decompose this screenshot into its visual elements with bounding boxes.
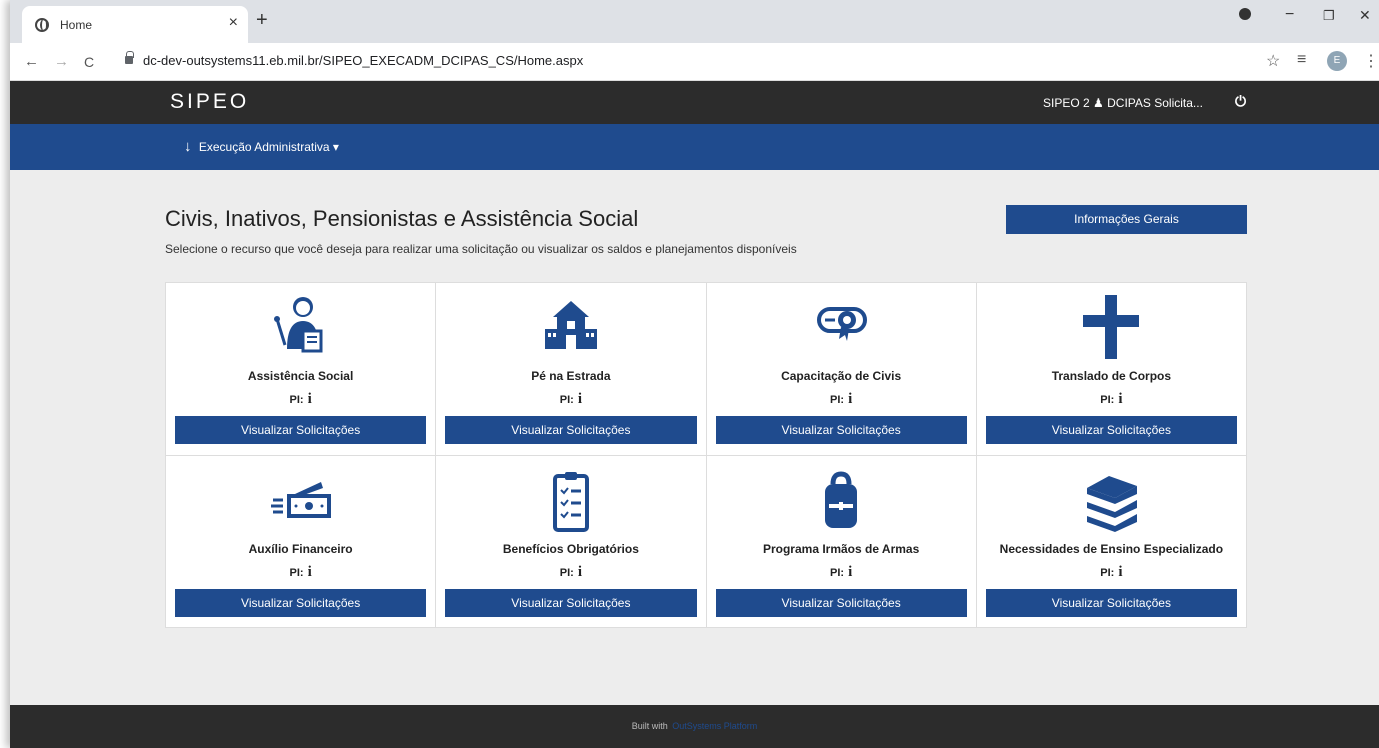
pi-text: PI:	[830, 394, 845, 406]
pi-label: PI: i	[436, 391, 705, 408]
page-subtitle: Selecione o recurso que você deseja para…	[165, 242, 797, 256]
info-icon[interactable]: i	[308, 564, 312, 580]
app-logo[interactable]: SIPEO	[170, 90, 249, 114]
resource-card: Necessidades de Ensino Especializado PI:…	[976, 455, 1246, 627]
resource-card: Auxílio Financeiro PI: i Visualizar Solic…	[166, 455, 436, 627]
pi-label: PI: i	[977, 391, 1246, 408]
view-requests-button[interactable]: Visualizar Solicitações	[715, 588, 967, 617]
footer-platform-link[interactable]: OutSystems Platform	[672, 721, 757, 731]
resource-card: Capacitação de Civis PI: i Visualizar Sol…	[706, 283, 976, 455]
globe-icon	[35, 18, 49, 32]
books-icon	[1087, 475, 1138, 532]
forward-button[interactable]: →	[54, 53, 69, 70]
view-requests-button[interactable]: Visualizar Solicitações	[175, 588, 427, 617]
view-requests-button[interactable]: Visualizar Solicitações	[175, 416, 427, 444]
card-title: Benefícios Obrigatórios	[502, 541, 639, 556]
close-window-button[interactable]: ✕	[1359, 7, 1371, 24]
info-icon[interactable]: i	[578, 391, 582, 407]
money-icon	[270, 481, 331, 518]
pi-text: PI:	[830, 566, 845, 579]
view-requests-button[interactable]: Visualizar Solicitações	[445, 588, 697, 617]
app-header: SIPEO SIPEO 2 ♟ DCIPAS Solicita... ⏻	[10, 81, 1379, 124]
reload-button[interactable]: C	[84, 54, 94, 70]
bookmark-star-icon[interactable]: ☆	[1266, 51, 1280, 71]
back-button[interactable]: ←	[24, 53, 39, 70]
general-info-button[interactable]: Informações Gerais	[1006, 205, 1247, 234]
school-icon	[544, 301, 597, 349]
card-title: Capacitação de Civis	[781, 369, 902, 383]
pi-label: PI: i	[977, 564, 1246, 581]
info-icon[interactable]: i	[848, 391, 852, 407]
pi-text: PI:	[559, 394, 574, 406]
card-title: Translado de Corpos	[1051, 369, 1172, 383]
tab-bar: Home × + − ❐ ✕	[10, 0, 1379, 43]
browser-window: Home × + − ❐ ✕ ← → C dc-dev-outsystems11…	[10, 0, 1379, 748]
footer-text: Built with	[631, 721, 668, 731]
profile-avatar[interactable]: E	[1327, 51, 1347, 71]
info-icon[interactable]: i	[1118, 564, 1122, 580]
clipboard-icon	[552, 471, 589, 532]
browser-toolbar: ← → C dc-dev-outsystems11.eb.mil.br/SIPE…	[10, 43, 1379, 81]
tab-close-icon[interactable]: ×	[229, 14, 238, 32]
url-text: dc-dev-outsystems11.eb.mil.br/SIPEO_EXEC…	[143, 53, 584, 68]
browser-menu-icon[interactable]: ⋮	[1363, 51, 1379, 71]
extension-icon[interactable]	[1239, 8, 1251, 20]
pi-text: PI:	[1100, 566, 1115, 579]
new-tab-button[interactable]: +	[256, 9, 268, 32]
pi-label: PI: i	[707, 391, 976, 408]
pi-label: PI: i	[166, 564, 435, 581]
card-title: Programa Irmãos de Armas	[762, 541, 920, 556]
pi-text: PI:	[559, 566, 574, 579]
pi-label: PI: i	[166, 391, 435, 408]
lock-icon	[125, 51, 134, 64]
pi-text: PI:	[289, 394, 304, 406]
resource-grid: Assistência Social PI: i Visualizar Solic…	[165, 282, 1247, 628]
logout-icon[interactable]: ⏻	[1235, 93, 1246, 110]
resource-card: Assistência Social PI: i Visualizar Solic…	[166, 283, 436, 455]
view-requests-button[interactable]: Visualizar Solicitações	[445, 416, 697, 444]
tab-title: Home	[60, 18, 93, 32]
card-title: Auxílio Financeiro	[248, 541, 353, 556]
view-requests-button[interactable]: Visualizar Solicitações	[985, 588, 1237, 617]
main-content: Civis, Inativos, Pensionistas e Assistên…	[10, 170, 1379, 705]
resource-card: Benefícios Obrigatórios PI: i Visualizar …	[436, 455, 706, 627]
page-title: Civis, Inativos, Pensionistas e Assistên…	[165, 206, 639, 231]
pi-text: PI:	[289, 566, 304, 579]
restore-button[interactable]: ❐	[1323, 8, 1335, 24]
sort-icon: ↓	[184, 138, 192, 155]
main-menu: ↓ Execução Administrativa ▾	[10, 124, 1379, 170]
page-footer: Built with OutSystems Platform	[10, 705, 1379, 748]
view-requests-button[interactable]: Visualizar Solicitações	[715, 416, 967, 444]
card-title: Assistência Social	[247, 369, 354, 383]
view-requests-button[interactable]: Visualizar Solicitações	[985, 416, 1237, 444]
info-icon[interactable]: i	[308, 391, 312, 407]
user-info[interactable]: SIPEO 2 ♟ DCIPAS Solicita...	[1043, 96, 1203, 110]
resource-card: Translado de Corpos PI: i Visualizar Soli…	[976, 283, 1246, 455]
resource-card: Pé na Estrada PI: i Visualizar Solicitaçõ…	[436, 283, 706, 455]
menu-item-label: Execução Administrativa ▾	[198, 140, 339, 154]
browser-tab[interactable]: Home ×	[22, 6, 248, 43]
pi-label: PI: i	[707, 564, 976, 581]
info-icon[interactable]: i	[578, 564, 582, 580]
media-control-icon[interactable]: ≡	[1297, 51, 1306, 69]
address-bar[interactable]: dc-dev-outsystems11.eb.mil.br/SIPEO_EXEC…	[117, 49, 1247, 75]
card-title: Necessidades de Ensino Especializado	[999, 541, 1224, 556]
pi-label: PI: i	[436, 564, 705, 581]
backpack-icon	[825, 470, 858, 528]
certificate-icon	[817, 307, 868, 341]
pi-text: PI:	[1100, 394, 1115, 406]
resource-card: Programa Irmãos de Armas PI: i Visualizar…	[706, 455, 976, 627]
minimize-button[interactable]: −	[1285, 6, 1294, 24]
cross-icon	[1083, 295, 1140, 359]
menu-item-execucao-administrativa[interactable]: ↓ Execução Administrativa ▾	[184, 138, 339, 155]
card-title: Pé na Estrada	[531, 369, 611, 383]
info-icon[interactable]: i	[848, 564, 852, 580]
teacher-icon	[273, 297, 323, 353]
info-icon[interactable]: i	[1118, 391, 1122, 407]
